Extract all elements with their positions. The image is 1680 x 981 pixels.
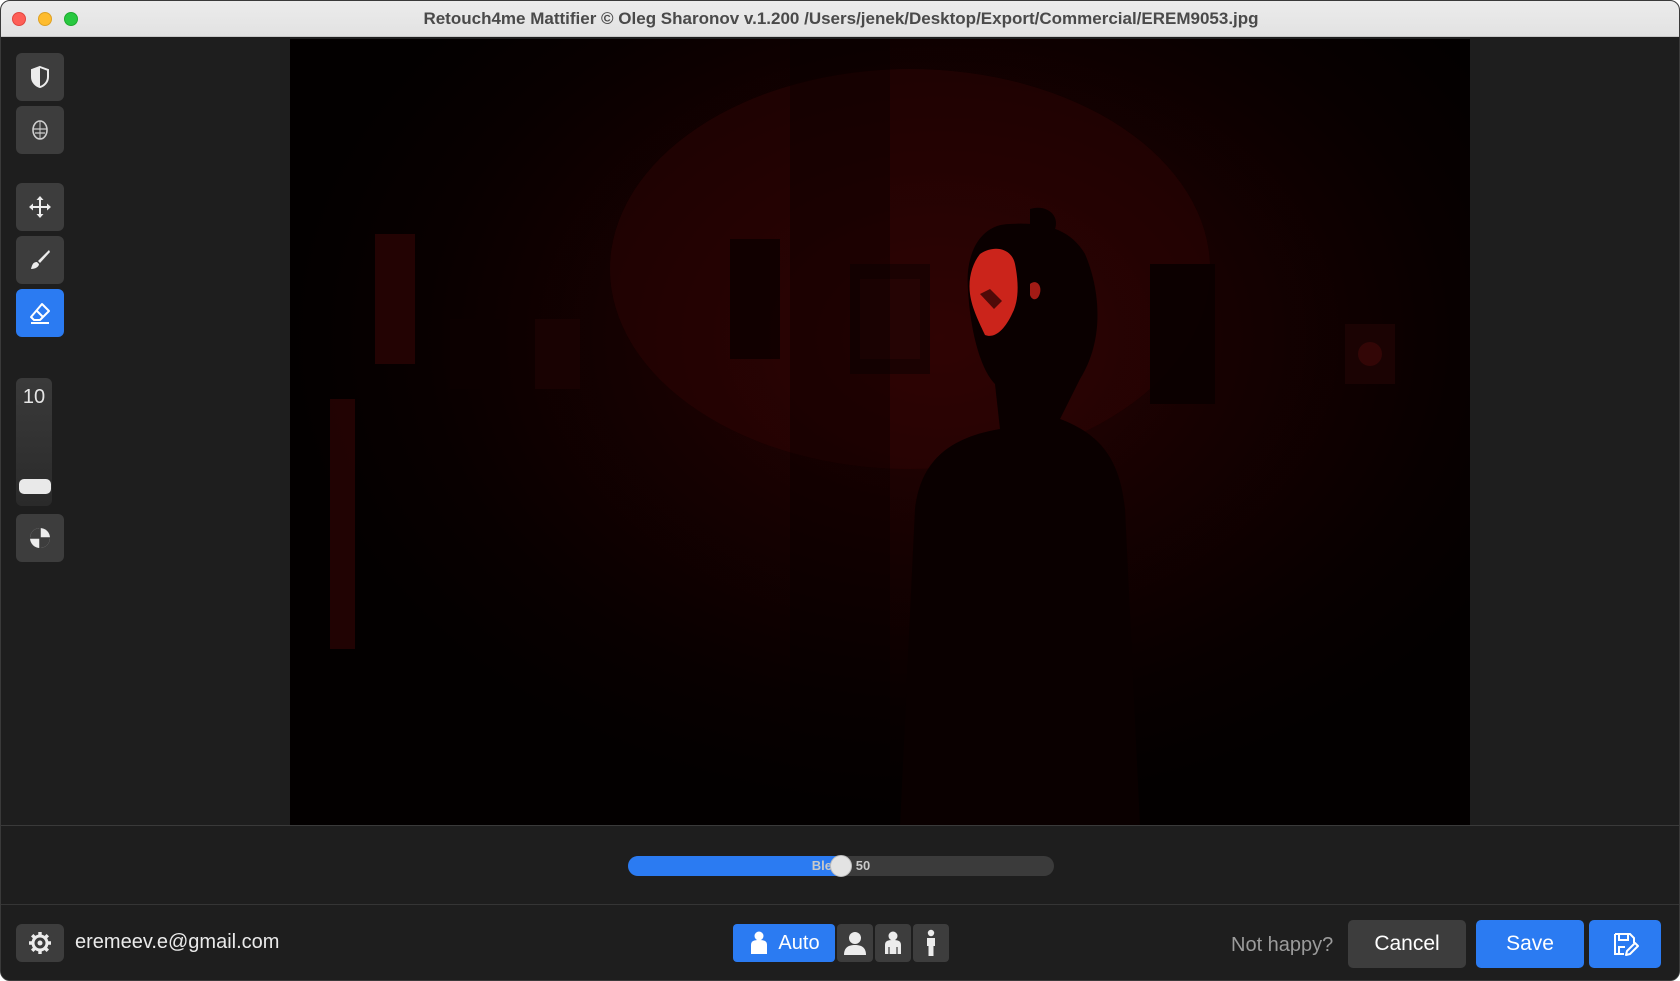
- eraser-icon: [30, 303, 50, 324]
- brush-size-value: 10: [22, 386, 46, 408]
- mode-auto-button[interactable]: Auto: [733, 924, 835, 962]
- mode-full-body-button[interactable]: [913, 924, 949, 962]
- face-view-button[interactable]: [16, 106, 64, 154]
- save-as-button[interactable]: [1589, 920, 1661, 968]
- eraser-tool-button[interactable]: [16, 289, 64, 337]
- photo-canvas[interactable]: [290, 39, 1470, 825]
- mode-half-body-button[interactable]: [875, 924, 911, 962]
- auto-person-icon: [751, 931, 768, 954]
- brush-size-slider[interactable]: 10: [16, 378, 52, 506]
- gear-icon: [29, 932, 51, 954]
- brush-tool-button[interactable]: [16, 236, 64, 284]
- blend-panel: Blend: 50: [1, 826, 1679, 904]
- brush-size-thumb[interactable]: [19, 479, 51, 494]
- save-edit-icon: [1614, 933, 1639, 956]
- footer-bar: eremeev.e@gmail.com Auto Not happy? Canc…: [1, 905, 1679, 980]
- mode-auto-label: Auto: [778, 931, 820, 954]
- move-tool-button[interactable]: [16, 183, 64, 231]
- account-email: eremeev.e@gmail.com: [75, 931, 280, 953]
- app-window: Retouch4me Mattifier © Oleg Sharonov v.1…: [0, 0, 1680, 981]
- title-bar: Retouch4me Mattifier © Oleg Sharonov v.1…: [1, 1, 1679, 37]
- save-button[interactable]: Save: [1476, 920, 1584, 968]
- face-view-icon: [32, 120, 48, 140]
- not-happy-text: Not happy?: [1231, 934, 1334, 956]
- contrast-button[interactable]: [16, 514, 64, 562]
- workspace: 10: [1, 37, 1679, 825]
- mask-view-button[interactable]: [16, 53, 64, 101]
- brush-icon: [31, 250, 50, 269]
- window-title: Retouch4me Mattifier © Oleg Sharonov v.1…: [423, 9, 1259, 28]
- mask-view-icon: [31, 65, 49, 89]
- blend-slider-thumb[interactable]: [830, 855, 852, 877]
- settings-button[interactable]: [16, 924, 64, 962]
- contrast-icon: [30, 528, 50, 548]
- move-icon: [29, 196, 51, 218]
- half-body-icon: [885, 931, 901, 954]
- mode-portrait-button[interactable]: [837, 924, 873, 962]
- cancel-button[interactable]: Cancel: [1348, 920, 1466, 968]
- portrait-icon: [844, 932, 866, 955]
- full-body-icon: [927, 929, 935, 956]
- photo-preview: [330, 39, 1395, 825]
